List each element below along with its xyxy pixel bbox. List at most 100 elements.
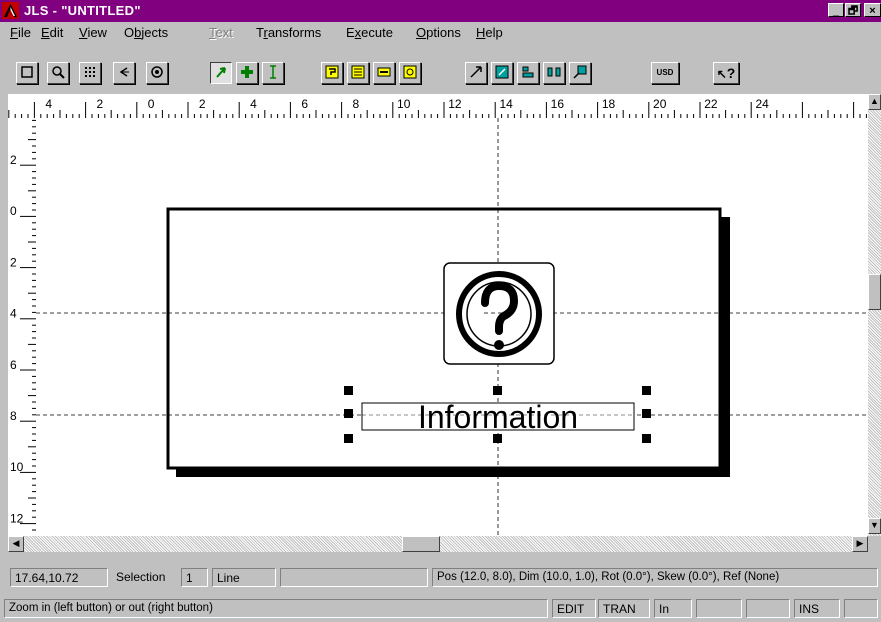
line-icon: [377, 67, 391, 77]
menu-bar: File Edit View Objects Text Transforms E…: [0, 22, 881, 42]
line-style-button[interactable]: [373, 62, 395, 84]
grid-button[interactable]: [79, 62, 101, 84]
menu-help[interactable]: Help: [476, 25, 503, 40]
top-ruler: 4 2 0 2 4 6 8 10 12 14 16 18 20 22 24: [8, 94, 868, 119]
ruler-left-label: 8: [10, 409, 17, 423]
status-bar-hint: Zoom in (left button) or out (right butt…: [0, 596, 881, 620]
green-arrow-icon: [216, 67, 226, 78]
eye-icon: [151, 66, 163, 78]
menu-file[interactable]: File: [10, 25, 31, 40]
ruler-top-label: 20: [653, 97, 667, 111]
select-rectangle-button[interactable]: [16, 62, 38, 84]
ruler-top-label: 4: [45, 97, 52, 111]
scroll-right-button[interactable]: ▶: [852, 536, 868, 552]
menu-view[interactable]: View: [79, 25, 107, 40]
bring-front-button[interactable]: [321, 62, 343, 84]
transform-info: Pos (12.0, 8.0), Dim (10.0, 1.0), Rot (0…: [432, 568, 878, 587]
vertical-scroll-thumb[interactable]: [868, 274, 881, 310]
resize-arrow-icon: [470, 66, 482, 78]
back-button[interactable]: [113, 62, 135, 84]
menu-edit[interactable]: Edit: [41, 25, 63, 40]
move-box-icon: [495, 65, 509, 79]
ruler-top-label: 22: [704, 97, 718, 111]
distribute-button[interactable]: [543, 62, 565, 84]
align-button[interactable]: [517, 62, 539, 84]
title-bar: JLS - "UNTITLED" _ 🗗 ×: [0, 0, 881, 22]
close-button[interactable]: ×: [864, 3, 881, 17]
yellow-box-icon: [325, 65, 339, 79]
app-logo-icon: [2, 2, 19, 19]
arrow-left-icon: [119, 67, 129, 77]
symbol-icon: [403, 65, 417, 79]
transform-icon: [573, 65, 587, 79]
scroll-left-button[interactable]: ◀: [8, 536, 24, 552]
transform-button[interactable]: [569, 62, 591, 84]
drawing-canvas[interactable]: Information: [36, 118, 868, 536]
cursor-coordinates: 17.64,10.72: [10, 568, 108, 587]
ruler-top-label: 12: [448, 97, 462, 111]
selection-label: Selection: [116, 570, 166, 584]
ruler-top-label: 0: [148, 97, 155, 111]
text-tool-button[interactable]: [262, 62, 284, 84]
scroll-up-button[interactable]: ▲: [868, 94, 881, 110]
ruler-top-label: 16: [551, 97, 565, 111]
resize-button[interactable]: [465, 62, 487, 84]
ruler-top-label: 10: [397, 97, 411, 111]
maximize-button[interactable]: 🗗: [845, 3, 861, 17]
selection-count: 1: [181, 568, 208, 587]
ruler-top-label: 8: [353, 97, 360, 111]
horizontal-scroll-thumb[interactable]: [402, 536, 440, 552]
ruler-left-label: 4: [10, 307, 17, 321]
status-blank-field: [280, 568, 428, 587]
minimize-button[interactable]: _: [828, 3, 844, 17]
mode-edit: EDIT: [552, 599, 596, 618]
magnifier-icon: [52, 66, 65, 79]
ruler-left-label: 6: [10, 358, 17, 372]
ruler-top-label: 2: [97, 97, 104, 111]
crosshair-tool-button[interactable]: [236, 62, 258, 84]
list-icon: [351, 65, 365, 79]
ruler-left-label: 10: [10, 460, 24, 474]
object-type: Line: [212, 568, 276, 587]
ruler-top-label: 4: [250, 97, 257, 111]
window-title: JLS - "UNTITLED": [24, 3, 141, 18]
mode-tran: TRAN: [598, 599, 650, 618]
menu-transforms[interactable]: Transforms: [256, 25, 321, 40]
horizontal-scrollbar[interactable]: ◀ ▶: [8, 536, 868, 552]
plus-icon: [241, 66, 253, 78]
status-empty-1: [696, 599, 742, 618]
menu-options[interactable]: Options: [416, 25, 461, 40]
symbol-button[interactable]: [399, 62, 421, 84]
menu-execute[interactable]: Execute: [346, 25, 393, 40]
ruler-top-label: 14: [499, 97, 513, 111]
ruler-left-label: 2: [10, 255, 17, 269]
scroll-down-button[interactable]: ▼: [868, 518, 881, 534]
left-ruler: 2 0 2 4 6 8 10 12: [8, 118, 37, 536]
status-empty-2: [746, 599, 790, 618]
hint-text: Zoom in (left button) or out (right butt…: [4, 599, 548, 618]
ruler-top-label: 18: [602, 97, 616, 111]
text-cursor-icon: [270, 65, 276, 79]
menu-text[interactable]: Text: [209, 25, 233, 40]
distribute-icon: [547, 67, 561, 77]
ruler-left-label: 12: [10, 511, 24, 525]
status-bar-info: 17.64,10.72 Selection 1 Line Pos (12.0, …: [0, 565, 881, 589]
menu-objects[interactable]: Objects: [124, 25, 168, 40]
zoom-button[interactable]: [47, 62, 69, 84]
pointer-tool-button[interactable]: [210, 62, 232, 84]
list-button[interactable]: [347, 62, 369, 84]
context-help-button[interactable]: ↖?: [713, 62, 739, 84]
ruler-left-label: 2: [10, 153, 17, 167]
ruler-top-label: 6: [301, 97, 308, 111]
usd-button[interactable]: USD: [651, 62, 679, 84]
grid-dots-icon: [85, 67, 95, 77]
align-icon: [522, 66, 534, 78]
view-button[interactable]: [146, 62, 168, 84]
ruler-top-label: 2: [199, 97, 206, 111]
move-button[interactable]: [491, 62, 513, 84]
units-field: In: [654, 599, 692, 618]
vertical-scrollbar[interactable]: ▲ ▼: [868, 94, 881, 536]
ruler-top-label: 24: [755, 97, 769, 111]
ruler-left-label: 0: [10, 204, 17, 218]
information-label: Information: [418, 399, 578, 435]
